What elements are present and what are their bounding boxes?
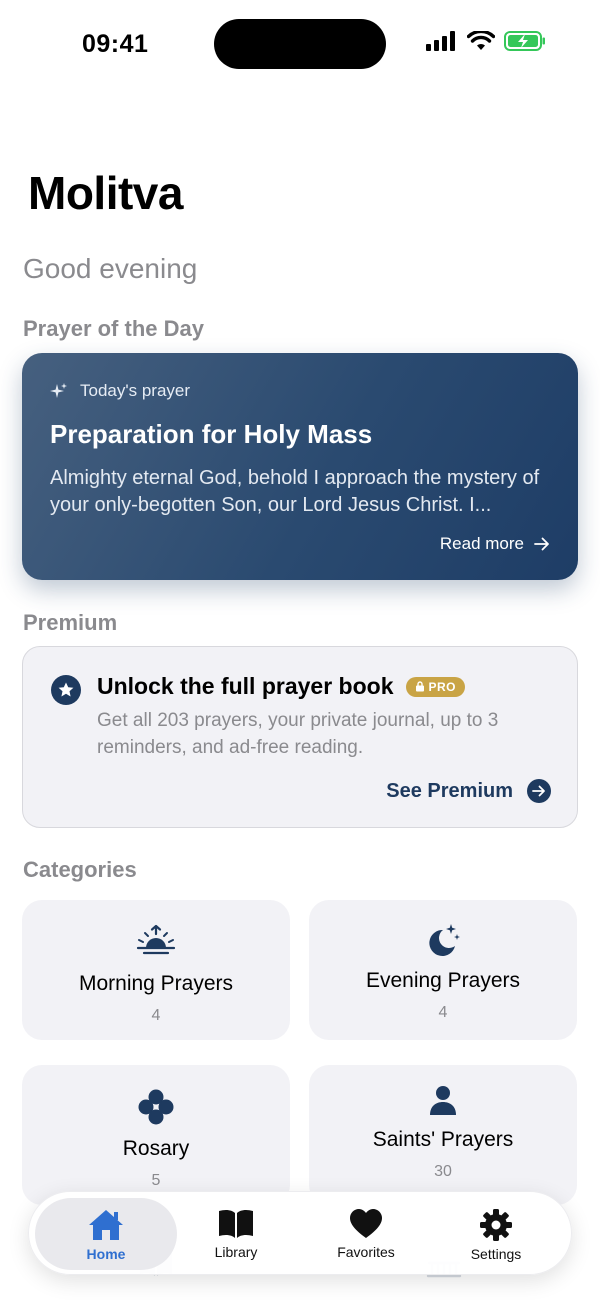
category-name: Morning Prayers	[78, 972, 234, 995]
category-name: Rosary	[122, 1137, 190, 1160]
premium-card[interactable]: Unlock the full prayer book PRO Get all …	[22, 646, 578, 828]
signal-icon	[426, 31, 455, 51]
category-tile-morning[interactable]: Morning Prayers 4	[22, 900, 290, 1040]
category-count: 5	[151, 1172, 161, 1189]
status-time: 09:41	[82, 30, 149, 58]
tab-label: Home	[86, 1246, 126, 1262]
pro-badge: PRO	[405, 676, 466, 697]
tab-label: Library	[214, 1244, 258, 1260]
sparkles-icon	[50, 383, 67, 398]
premium-description: Get all 203 prayers, your private journa…	[97, 710, 499, 758]
see-premium-button[interactable]: See Premium	[386, 779, 551, 803]
premium-heading: Unlock the full prayer book PRO	[97, 673, 466, 700]
book-icon	[219, 1209, 253, 1238]
sunrise-icon	[22, 924, 290, 956]
premium-title: Unlock the full prayer book	[97, 673, 394, 699]
tab-favorites[interactable]: Favorites	[296, 1200, 436, 1268]
pro-badge-label: PRO	[428, 679, 457, 694]
prayer-eyebrow-label: Today's prayer	[80, 381, 191, 400]
tab-label: Settings	[470, 1246, 522, 1262]
section-title-prayer-of-day: Prayer of the Day	[23, 316, 204, 341]
category-count: 4	[438, 1004, 448, 1021]
dynamic-island	[214, 19, 386, 69]
tab-settings[interactable]: Settings	[426, 1200, 566, 1268]
category-count: 30	[434, 1163, 452, 1180]
tab-library[interactable]: Library	[166, 1200, 306, 1268]
section-title-premium: Premium	[23, 610, 118, 635]
person-icon	[309, 1085, 577, 1117]
greeting-text: Good evening	[23, 253, 198, 284]
prayer-of-day-card[interactable]: Today's prayer Preparation for Holy Mass…	[22, 353, 578, 580]
category-tile-saints[interactable]: Saints' Prayers 30	[309, 1065, 577, 1205]
wifi-icon	[467, 31, 495, 50]
arrow-right-circle-icon	[527, 779, 551, 803]
prayer-eyebrow: Today's prayer	[50, 381, 190, 401]
battery-charging-icon	[504, 31, 545, 51]
prayer-excerpt: Almighty eternal God, behold I approach …	[50, 467, 540, 516]
moon-stars-icon	[309, 922, 577, 956]
tab-label: Favorites	[337, 1244, 395, 1260]
star-icon	[51, 675, 81, 705]
category-name: Saints' Prayers	[372, 1128, 514, 1151]
category-tile-rosary[interactable]: Rosary 5	[22, 1065, 290, 1205]
category-name: Evening Prayers	[365, 969, 521, 992]
category-tile-evening[interactable]: Evening Prayers 4	[309, 900, 577, 1040]
section-title-categories: Categories	[23, 857, 137, 882]
house-icon	[89, 1210, 123, 1240]
arrow-right-icon	[534, 537, 549, 551]
status-icons	[426, 31, 546, 51]
see-premium-label: See Premium	[386, 779, 513, 802]
read-more-label: Read more	[439, 534, 524, 553]
tab-bar: Home Library Favorites Settings	[28, 1191, 572, 1275]
heart-icon	[350, 1209, 382, 1238]
gear-icon	[480, 1209, 512, 1241]
prayer-title: Preparation for Holy Mass	[50, 419, 373, 449]
status-bar: 09:41	[0, 0, 600, 90]
read-more-link[interactable]: Read more	[440, 534, 550, 554]
lock-icon	[415, 681, 424, 692]
category-count: 4	[151, 1007, 161, 1024]
tab-home[interactable]: Home	[36, 1200, 176, 1268]
rosary-icon	[22, 1089, 290, 1125]
app-title: Molitva	[28, 167, 183, 219]
